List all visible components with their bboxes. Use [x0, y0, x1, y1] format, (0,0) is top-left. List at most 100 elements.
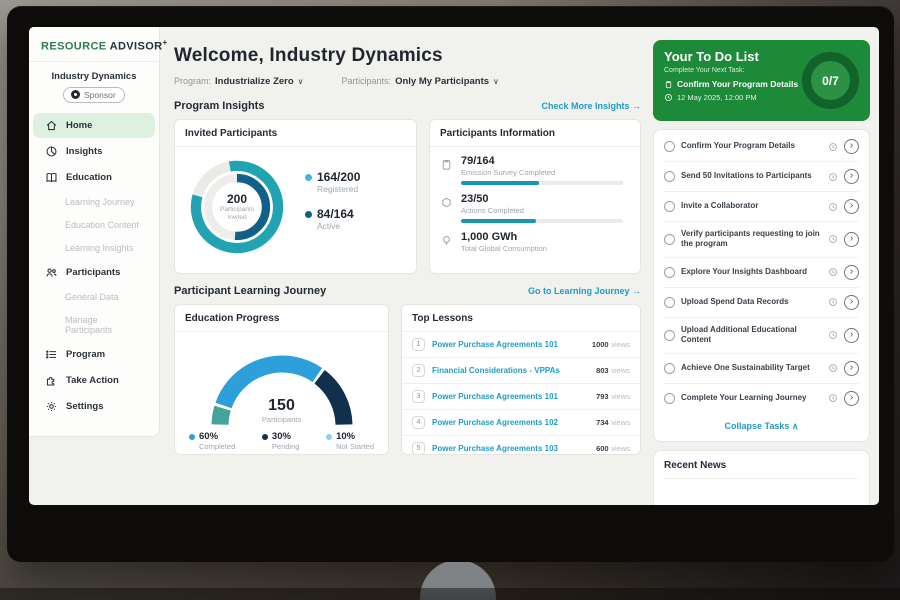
section-title: Program Insights — [174, 100, 264, 112]
lesson-rank: 5 — [412, 442, 425, 455]
sidebar-item-take-action[interactable]: Take Action — [33, 368, 155, 393]
task-checkbox[interactable] — [664, 330, 675, 341]
task-open-button[interactable]: › — [844, 232, 859, 247]
lesson-row[interactable]: 4 Power Purchase Agreements 102 734 view… — [402, 410, 640, 436]
collapse-tasks-link[interactable]: Collapse Tasks ∧ — [664, 413, 859, 441]
task-row[interactable]: Invite a Collaborator › — [664, 192, 859, 222]
task-checkbox[interactable] — [664, 171, 675, 182]
task-row[interactable]: Upload Additional Educational Content › — [664, 318, 859, 354]
clock-icon — [828, 297, 838, 307]
program-label: Program: — [174, 76, 211, 86]
sidebar-item-label: Home — [66, 120, 92, 131]
task-open-button[interactable]: › — [844, 265, 859, 280]
lesson-views: 1000 — [592, 340, 609, 349]
legend-dot — [262, 434, 268, 440]
clock-icon — [828, 267, 838, 277]
task-open-button[interactable]: › — [844, 199, 859, 214]
clock-icon — [828, 202, 838, 212]
sidebar-item-participants[interactable]: Participants — [33, 260, 155, 285]
sidebar-item-learning-journey[interactable]: Learning Journey — [33, 191, 155, 213]
task-checkbox[interactable] — [664, 393, 675, 404]
clock-icon — [664, 93, 673, 102]
lesson-views: 600 — [596, 444, 609, 453]
gauge-center: 150 Participants — [197, 397, 367, 424]
sidebar-item-education-content[interactable]: Education Content — [33, 214, 155, 236]
todo-datetime-label: 12 May 2025, 12:00 PM — [677, 93, 757, 102]
sidebar-item-label: Education Content — [65, 220, 139, 230]
check-more-insights-link[interactable]: Check More Insights → — [541, 101, 641, 111]
todo-next-task-label: Confirm Your Program Details — [677, 79, 798, 89]
views-suffix: views — [611, 392, 630, 401]
lesson-row[interactable]: 1 Power Purchase Agreements 101 1000 vie… — [402, 332, 640, 358]
legend-dot — [305, 174, 312, 181]
task-row[interactable]: Send 50 Invitations to Participants › — [664, 162, 859, 192]
task-row[interactable]: Verify participants requesting to join t… — [664, 222, 859, 258]
legend-value: 164/200 — [317, 170, 360, 184]
lesson-row[interactable]: 5 Power Purchase Agreements 103 600 view… — [402, 436, 640, 455]
task-open-button[interactable]: › — [844, 391, 859, 406]
sidebar-item-label: Program — [66, 349, 105, 360]
task-checkbox[interactable] — [664, 297, 675, 308]
sidebar-item-home[interactable]: Home — [33, 113, 155, 138]
lesson-row[interactable]: 2 Financial Considerations - VPPAs 803 v… — [402, 358, 640, 384]
sidebar-item-learning-insights[interactable]: Learning Insights — [33, 237, 155, 259]
collapse-label: Collapse Tasks — [725, 421, 790, 431]
task-row[interactable]: Upload Spend Data Records › — [664, 288, 859, 318]
program-dropdown[interactable]: Program:Industrialize Zero∨ — [174, 76, 304, 87]
sidebar-item-education[interactable]: Education — [33, 165, 155, 190]
card-title: Education Progress — [175, 305, 388, 332]
task-open-button[interactable]: › — [844, 295, 859, 310]
recent-news-card: Recent News — [653, 450, 870, 505]
stat-emission-survey: 79/164 Emission Survey Completed — [430, 147, 640, 185]
invited-donut-chart: 200 Participants Invited — [181, 151, 293, 263]
lesson-row[interactable]: 3 Power Purchase Agreements 101 793 view… — [402, 384, 640, 410]
lesson-title-link[interactable]: Power Purchase Agreements 103 — [432, 444, 589, 453]
card-title: Top Lessons — [402, 305, 640, 332]
legend-label: Not Started — [336, 442, 374, 451]
legend-dot — [326, 434, 332, 440]
lesson-title-link[interactable]: Power Purchase Agreements 101 — [432, 340, 585, 349]
insights-cards-row: Invited Participants 200 Participants In… — [174, 119, 641, 274]
sponsor-badge[interactable]: Sponsor — [63, 87, 125, 103]
task-checkbox[interactable] — [664, 201, 675, 212]
sidebar-item-general-data[interactable]: General Data — [33, 286, 155, 308]
sidebar-item-manage-participants[interactable]: Manage Participants — [33, 309, 155, 341]
lesson-title-link[interactable]: Financial Considerations - VPPAs — [432, 366, 589, 375]
logo-text-primary: RESOURCE — [41, 41, 107, 53]
task-row[interactable]: Explore Your Insights Dashboard › — [664, 258, 859, 288]
sidebar-item-label: Education — [66, 172, 112, 183]
task-checkbox[interactable] — [664, 234, 675, 245]
task-checkbox[interactable] — [664, 141, 675, 152]
sidebar-item-label: Learning Insights — [65, 243, 134, 253]
participants-dropdown[interactable]: Participants:Only My Participants∨ — [342, 76, 499, 87]
progress-bar — [461, 181, 623, 185]
sponsor-icon — [71, 90, 80, 99]
donut-center-label: Participants Invited — [214, 206, 260, 222]
task-row[interactable]: Complete Your Learning Journey › — [664, 384, 859, 413]
desk-shadow — [0, 588, 900, 600]
recent-news-title: Recent News — [664, 460, 859, 479]
sidebar-item-insights[interactable]: Insights — [33, 139, 155, 164]
stat-value: 79/164 — [461, 155, 623, 167]
task-open-button[interactable]: › — [844, 328, 859, 343]
task-row[interactable]: Confirm Your Program Details › — [664, 132, 859, 162]
education-progress-card: Education Progress 150 Participants 60% … — [174, 304, 389, 455]
task-row[interactable]: Achieve One Sustainability Target › — [664, 354, 859, 384]
link-label: Go to Learning Journey — [528, 286, 630, 296]
task-checkbox[interactable] — [664, 267, 675, 278]
legend-registered: 164/200 Registered — [305, 170, 360, 194]
lesson-views: 734 — [596, 418, 609, 427]
lesson-title-link[interactable]: Power Purchase Agreements 101 — [432, 392, 589, 401]
task-open-button[interactable]: › — [844, 361, 859, 376]
book-icon — [45, 171, 58, 184]
task-open-button[interactable]: › — [844, 139, 859, 154]
sidebar-item-program[interactable]: Program — [33, 342, 155, 367]
lesson-title-link[interactable]: Power Purchase Agreements 102 — [432, 418, 589, 427]
task-label: Upload Additional Educational Content — [681, 325, 822, 346]
sidebar-item-settings[interactable]: Settings — [33, 394, 155, 419]
go-to-learning-journey-link[interactable]: Go to Learning Journey → — [528, 286, 641, 296]
task-label: Invite a Collaborator — [681, 201, 822, 211]
invited-participants-card: Invited Participants 200 Participants In… — [174, 119, 417, 274]
task-open-button[interactable]: › — [844, 169, 859, 184]
task-checkbox[interactable] — [664, 363, 675, 374]
